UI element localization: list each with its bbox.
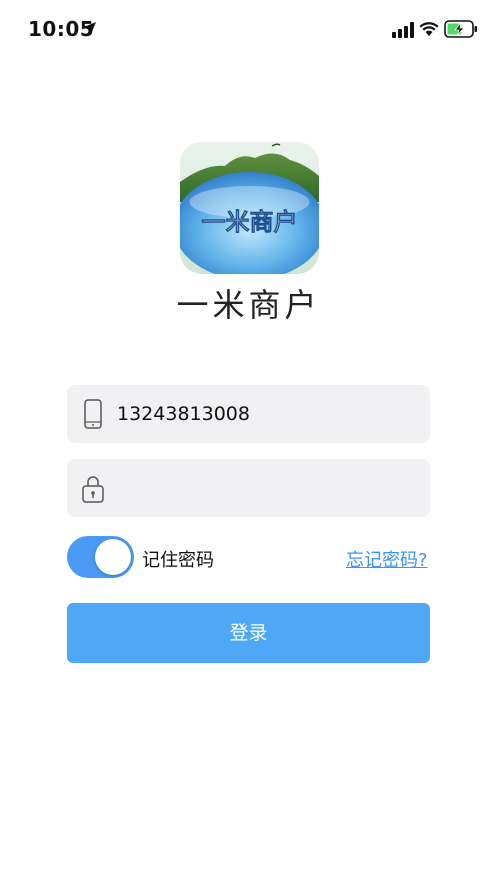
phone-field[interactable] bbox=[67, 385, 430, 443]
app-logo: 一米商户 bbox=[180, 142, 319, 274]
password-input[interactable] bbox=[117, 459, 417, 517]
logo-text: 一米商户 bbox=[202, 208, 298, 236]
battery-charging-icon bbox=[444, 20, 477, 38]
toggle-knob bbox=[95, 539, 131, 575]
forgot-password-link[interactable]: 忘记密码? bbox=[346, 546, 428, 572]
lock-icon bbox=[82, 476, 104, 503]
brand-name: 一米商户 bbox=[176, 286, 321, 324]
password-field[interactable] bbox=[67, 459, 430, 517]
login-button[interactable]: 登录 bbox=[67, 603, 430, 663]
wifi-icon bbox=[419, 22, 439, 36]
status-bar: 10:05 bbox=[0, 0, 497, 60]
remember-password-label: 记住密码 bbox=[142, 550, 214, 571]
location-arrow-icon bbox=[84, 22, 96, 34]
remember-password-toggle[interactable] bbox=[67, 536, 134, 578]
phone-icon bbox=[84, 399, 102, 429]
phone-input[interactable] bbox=[117, 385, 417, 443]
signal-icon bbox=[392, 22, 414, 38]
